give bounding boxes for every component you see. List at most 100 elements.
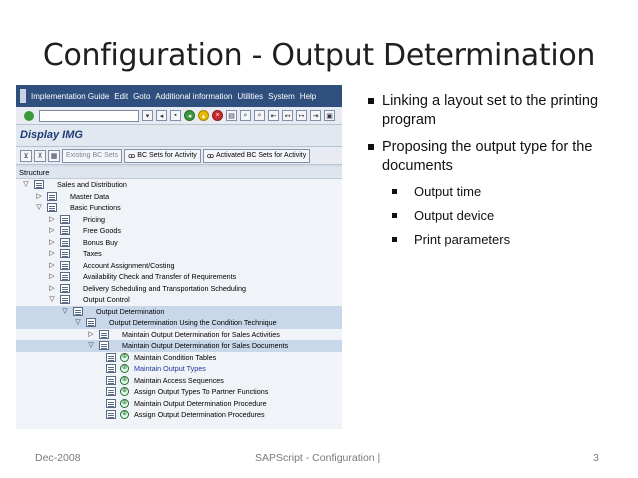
- document-icon[interactable]: [99, 341, 109, 350]
- first-page-icon[interactable]: ⇤: [268, 110, 279, 121]
- document-icon[interactable]: [106, 364, 116, 373]
- document-icon[interactable]: [34, 180, 44, 189]
- document-icon[interactable]: [47, 191, 57, 201]
- last-page-icon[interactable]: ⇥: [310, 110, 321, 121]
- execute-icon[interactable]: ⊕: [120, 375, 129, 385]
- tree-row[interactable]: ▷ Account Assignment/Costing: [16, 260, 342, 272]
- next-page-icon[interactable]: ↦: [296, 110, 307, 121]
- expand-node-icon[interactable]: ▷: [48, 225, 56, 237]
- execute-icon[interactable]: ⊕: [120, 398, 129, 408]
- execute-icon[interactable]: ⊕: [120, 410, 129, 419]
- execute-icon[interactable]: ⊕: [120, 352, 129, 362]
- document-icon[interactable]: [60, 237, 70, 247]
- collapse-node-icon[interactable]: ▽: [22, 179, 30, 191]
- tree-row[interactable]: ▷ Maintain Output Determination for Sales…: [16, 329, 342, 341]
- enter-icon[interactable]: [24, 110, 34, 121]
- save-icon[interactable]: ▪: [170, 110, 181, 121]
- expand-node-icon[interactable]: ▷: [35, 191, 43, 203]
- tree-row[interactable]: ▷ Availability Check and Transfer of Requ…: [16, 271, 342, 283]
- find-icon[interactable]: ⌕: [240, 110, 251, 121]
- expand-node-icon[interactable]: ▷: [48, 237, 56, 249]
- tree-row[interactable]: ▷ Taxes: [16, 248, 342, 260]
- bullet-text: Linking a layout set to the printing pro…: [382, 93, 599, 128]
- tree-row[interactable]: ⊕ Assign Output Types To Partner Function…: [16, 386, 342, 398]
- cancel-icon[interactable]: ×: [212, 110, 223, 121]
- expand-node-icon[interactable]: ▷: [87, 329, 95, 341]
- tree-row-label: Delivery Scheduling and Transportation S…: [83, 283, 247, 293]
- document-icon[interactable]: [60, 272, 70, 281]
- document-icon[interactable]: [60, 295, 70, 304]
- expand-node-icon[interactable]: ▷: [48, 283, 56, 295]
- tree-row[interactable]: ⊕ Assign Output Determination Procedures: [16, 409, 342, 421]
- collapse-icon[interactable]: ⊼: [34, 149, 46, 162]
- print-icon[interactable]: ▤: [226, 110, 237, 121]
- menu-goto[interactable]: Goto: [133, 92, 150, 101]
- document-icon[interactable]: [47, 203, 57, 212]
- page-number: 3: [593, 452, 599, 464]
- collapse-node-icon[interactable]: ▽: [35, 202, 43, 214]
- execute-icon[interactable]: ⊕: [120, 387, 129, 396]
- expand-icon[interactable]: ⊻: [20, 149, 32, 162]
- exit-icon[interactable]: ▴: [198, 110, 209, 121]
- menu-edit[interactable]: Edit: [114, 92, 128, 101]
- tree-row[interactable]: ▷ Master Data: [16, 191, 342, 203]
- document-icon[interactable]: [60, 226, 70, 235]
- document-icon[interactable]: [106, 410, 116, 419]
- tree-row[interactable]: ▽ Sales and Distribution: [16, 179, 342, 191]
- expand-node-icon[interactable]: ▷: [48, 271, 56, 283]
- tree-row[interactable]: ▷ Free Goods: [16, 225, 342, 237]
- dropdown-icon[interactable]: ▾: [142, 110, 153, 121]
- menu-utilities[interactable]: Utilities: [237, 92, 263, 101]
- tree-row[interactable]: ▷ Delivery Scheduling and Transportation …: [16, 283, 342, 295]
- bullet-text: Proposing the output type for the docume…: [382, 139, 593, 174]
- document-icon[interactable]: [86, 318, 96, 327]
- tree-row[interactable]: ▽ Output Control: [16, 294, 342, 306]
- tree-row[interactable]: ▽ Basic Functions: [16, 202, 342, 214]
- collapse-node-icon[interactable]: ▽: [87, 340, 95, 352]
- tree-row-label: Sales and Distribution: [57, 180, 127, 189]
- tree-row[interactable]: ⊕ Maintain Access Sequences: [16, 375, 342, 387]
- command-field[interactable]: [39, 109, 139, 122]
- document-icon[interactable]: [106, 398, 116, 408]
- tree-row[interactable]: ▽ Output Determination: [16, 305, 342, 318]
- find-next-icon[interactable]: ⌕: [254, 110, 265, 121]
- collapse-node-icon[interactable]: ▽: [48, 294, 56, 306]
- existing-bc-sets-button[interactable]: Existing BC Sets: [62, 148, 123, 163]
- menu-additional-information[interactable]: Additional information: [155, 92, 232, 101]
- tree-row[interactable]: ▷ Pricing: [16, 214, 342, 226]
- glasses-icon: ꝏ: [206, 152, 214, 160]
- document-icon[interactable]: [60, 249, 70, 258]
- expand-node-icon[interactable]: ▷: [48, 248, 56, 260]
- document-icon[interactable]: [106, 375, 116, 385]
- bullet-text: Output time: [414, 184, 482, 199]
- execute-icon[interactable]: ⊕: [120, 364, 129, 373]
- prev-icon[interactable]: ◂: [156, 110, 167, 121]
- prev-page-icon[interactable]: ↤: [282, 110, 293, 121]
- tree-row[interactable]: ⊕ Maintain Output Determination Procedure: [16, 398, 342, 410]
- tree-row-label: Maintain Condition Tables: [134, 352, 217, 362]
- tree-row[interactable]: ▽ Output Determination Using the Conditio…: [16, 317, 342, 329]
- document-icon[interactable]: [60, 214, 70, 224]
- menu-help[interactable]: Help: [300, 92, 316, 101]
- collapse-node-icon[interactable]: ▽: [74, 317, 82, 329]
- document-icon[interactable]: [106, 387, 116, 396]
- menu-system[interactable]: System: [268, 92, 295, 101]
- expand-node-icon[interactable]: ▷: [48, 260, 56, 272]
- document-icon[interactable]: [99, 329, 109, 339]
- document-icon[interactable]: [60, 260, 70, 270]
- new-session-icon[interactable]: ▣: [324, 110, 335, 121]
- tree-row[interactable]: ⊕ Maintain Condition Tables: [16, 352, 342, 364]
- tree-icon[interactable]: ▦: [48, 149, 60, 162]
- activated-bc-sets-button[interactable]: ꝏ Activated BC Sets for Activity: [202, 148, 311, 163]
- back-icon[interactable]: ◂: [184, 110, 195, 121]
- collapse-node-icon[interactable]: ▽: [61, 306, 69, 318]
- tree-row[interactable]: ▽ Maintain Output Determination for Sales…: [16, 340, 342, 352]
- expand-node-icon[interactable]: ▷: [48, 214, 56, 226]
- document-icon[interactable]: [73, 306, 83, 316]
- menu-implementation-guide[interactable]: Implementation Guide: [31, 92, 109, 101]
- document-icon[interactable]: [60, 283, 70, 293]
- tree-row[interactable]: ⊕ Maintain Output Types: [16, 363, 342, 375]
- tree-row[interactable]: ▷ Bonus Buy: [16, 237, 342, 249]
- bc-sets-for-activity-button[interactable]: ꝏ BC Sets for Activity: [124, 148, 201, 163]
- document-icon[interactable]: [106, 352, 116, 362]
